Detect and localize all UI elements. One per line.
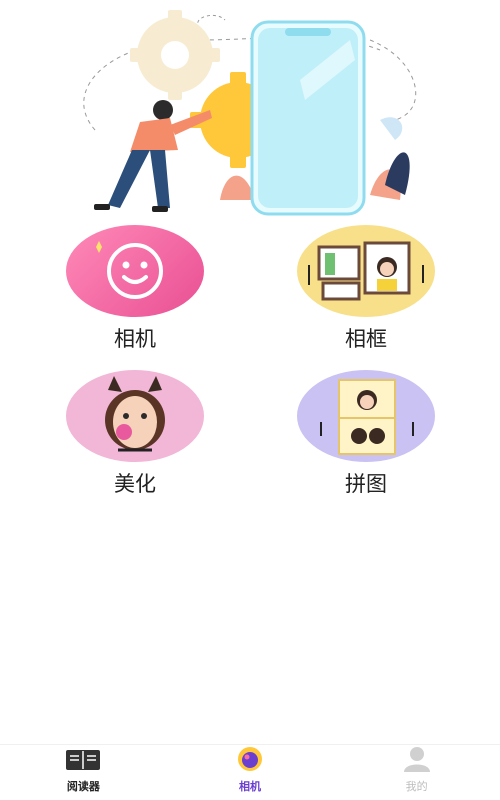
beauty-portrait-icon [66, 370, 204, 462]
phone-illustration [250, 20, 366, 216]
collage-feature-label: 拼图 [345, 472, 387, 496]
phone-setup-illustration [83, 10, 417, 216]
hero-illustration [0, 0, 500, 220]
frame-feature-label: 相框 [345, 327, 387, 351]
beauty-feature-button[interactable]: 美化 [55, 370, 215, 498]
book-icon [64, 748, 102, 776]
person-pushing-illustration [94, 100, 212, 212]
gear-icon-beige [130, 10, 220, 100]
camera-feature-label: 相机 [114, 327, 156, 351]
person-icon [402, 746, 432, 776]
tab-reader-label: 阅读器 [66, 780, 100, 793]
camera-lens-icon [235, 746, 265, 776]
tab-mine[interactable]: 我的 [333, 745, 500, 800]
tab-camera-label: 相机 [239, 780, 261, 793]
beauty-feature-label: 美化 [114, 472, 156, 496]
bottom-tab-bar: 阅读器 相机 我的 [0, 744, 500, 800]
collage-icon [297, 370, 435, 462]
camera-feature-button[interactable]: 相机 [55, 225, 215, 353]
tab-reader[interactable]: 阅读器 [0, 745, 167, 800]
collage-feature-button[interactable]: 拼图 [286, 370, 446, 498]
tab-mine-label: 我的 [405, 780, 428, 793]
frame-feature-button[interactable]: 相框 [286, 225, 446, 353]
smiley-icon [66, 225, 204, 317]
tab-camera[interactable]: 相机 [167, 745, 334, 800]
photo-frame-icon [297, 225, 435, 317]
